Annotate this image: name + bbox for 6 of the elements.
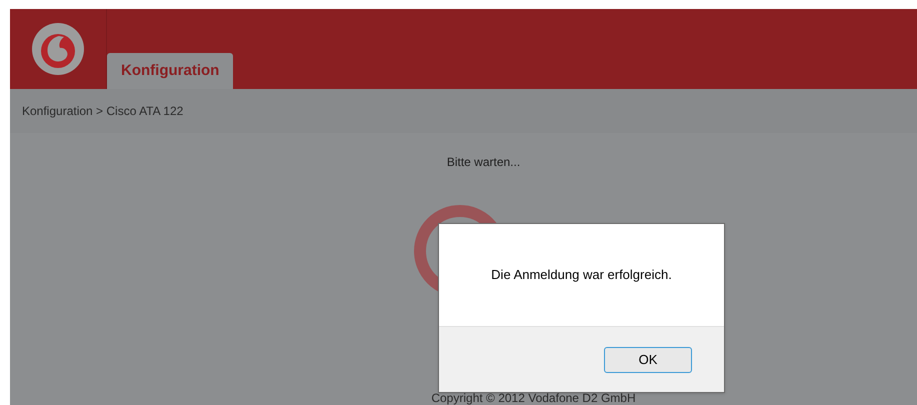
status-text: Bitte warten... (446, 154, 520, 171)
logo-icon (31, 22, 85, 76)
ok-button[interactable]: OK (604, 346, 692, 372)
breadcrumb: Konfiguration > Cisco ATA 122 (22, 103, 184, 120)
dialog-message: Die Anmeldung war erfolgreich. (491, 266, 672, 284)
copyright-text: Copyright © 2012 Vodafone D2 GmbH (431, 391, 636, 405)
